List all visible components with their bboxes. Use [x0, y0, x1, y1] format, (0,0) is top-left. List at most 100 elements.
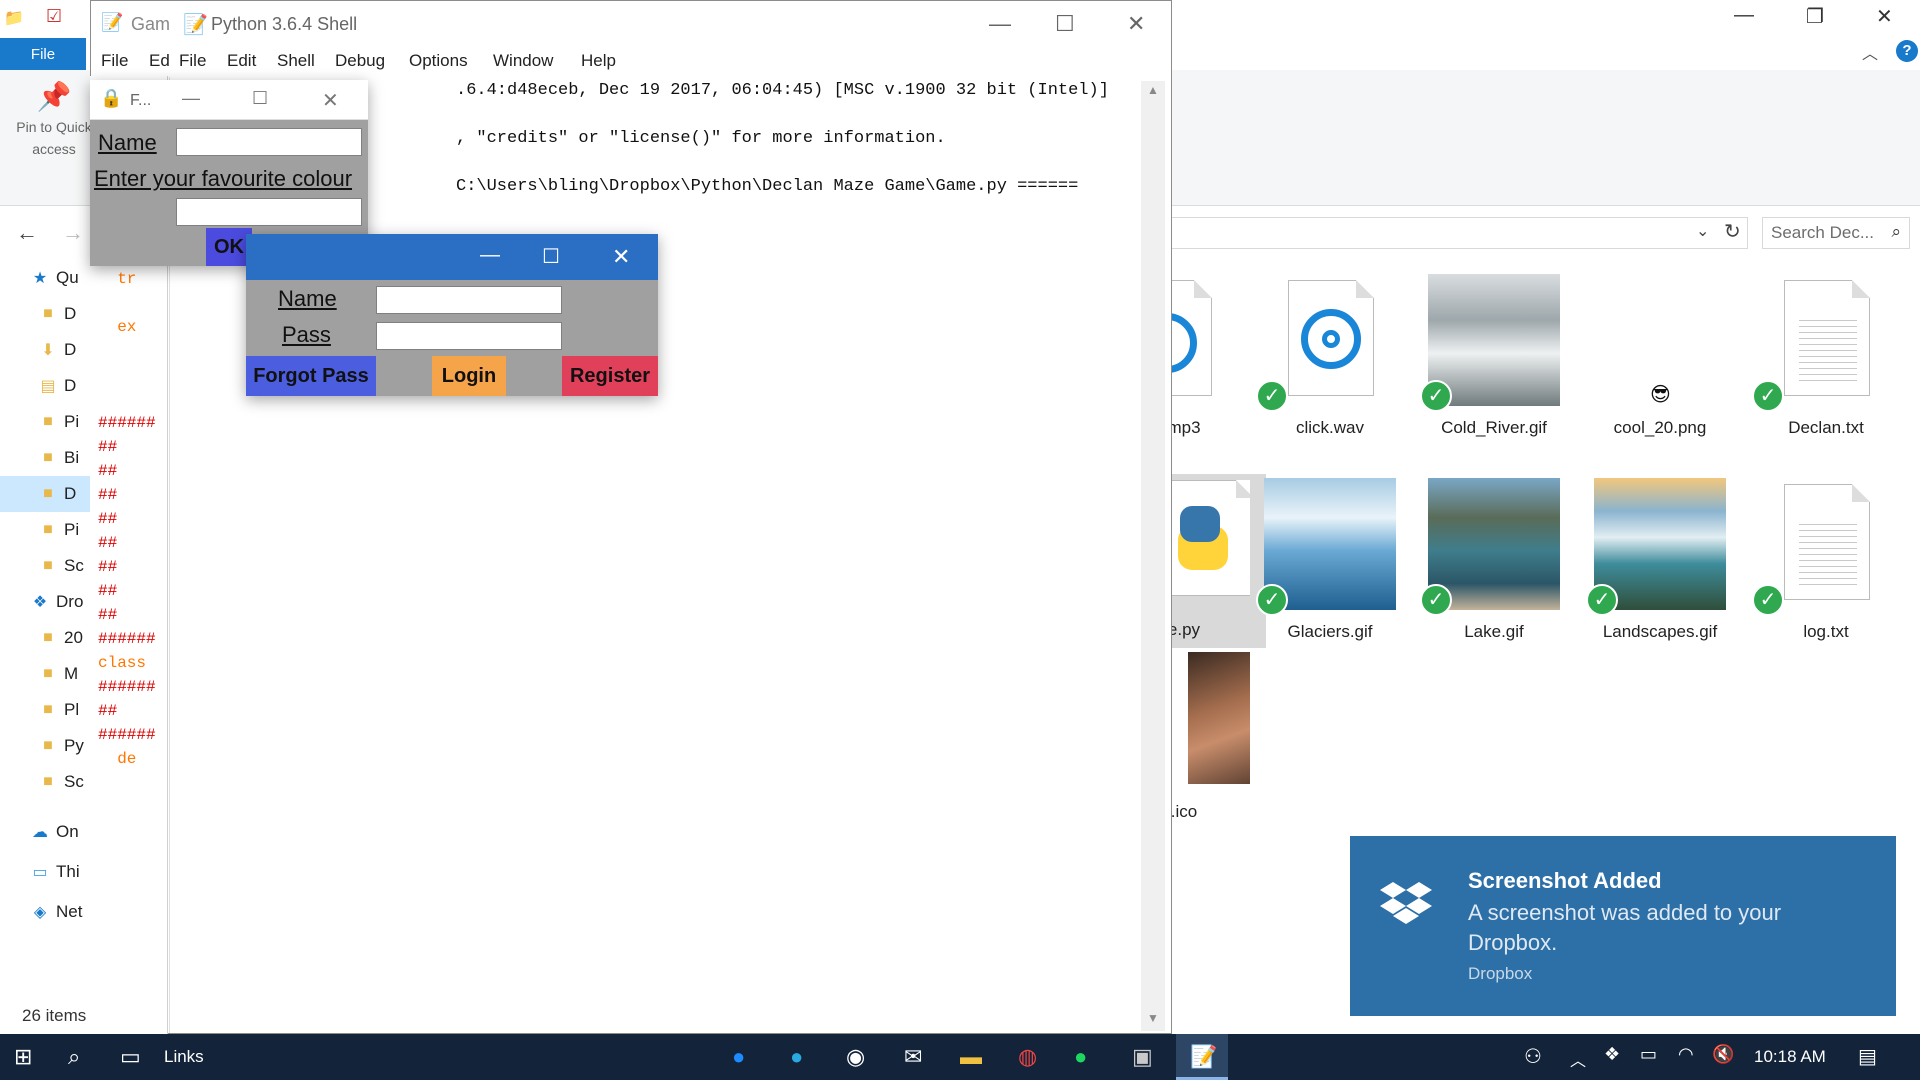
nav-item[interactable]: ■ 20: [0, 620, 92, 656]
chevron-up-icon[interactable]: ︿: [1570, 1047, 1586, 1071]
nav-item[interactable]: ❖ Dro: [0, 584, 92, 620]
action-center-icon[interactable]: ▤: [1858, 1044, 1877, 1069]
store-icon[interactable]: ▣: [1132, 1044, 1153, 1070]
chevron-down-icon[interactable]: ⌄: [1696, 221, 1709, 241]
wifi-icon[interactable]: ◠: [1678, 1044, 1694, 1065]
minimize-button[interactable]: —: [480, 244, 500, 267]
explorer-close-button[interactable]: ✕: [1876, 4, 1893, 29]
scroll-down-icon[interactable]: ▼: [1147, 1011, 1159, 1025]
nav-item[interactable]: ☁ On: [0, 814, 92, 850]
volume-muted-icon[interactable]: 🔇: [1712, 1044, 1734, 1065]
messenger-icon[interactable]: ●: [732, 1044, 745, 1070]
game-menu-edit[interactable]: Ed: [149, 51, 170, 71]
close-button[interactable]: ✕: [612, 244, 630, 270]
nav-item[interactable]: ■ Pi: [0, 404, 92, 440]
minimize-button[interactable]: —: [182, 88, 200, 109]
menu-window[interactable]: Window: [493, 51, 553, 71]
address-box[interactable]: [1120, 217, 1748, 249]
game-menu-file[interactable]: File: [101, 51, 128, 71]
refresh-icon[interactable]: ↻: [1724, 219, 1741, 244]
code-line: ######: [98, 678, 156, 696]
code-line: ##: [98, 486, 118, 504]
steam-icon[interactable]: ◉: [846, 1044, 865, 1070]
pin-to-quick-access-button[interactable]: 📌 Pin to Quick access: [6, 83, 102, 160]
code-line: class: [98, 654, 147, 672]
colour-input[interactable]: [176, 198, 362, 226]
nav-item-label: On: [56, 822, 79, 841]
menu-help[interactable]: Help: [581, 51, 616, 71]
register-button[interactable]: Register: [562, 356, 658, 396]
menu-options[interactable]: Options: [409, 51, 468, 71]
skype-icon[interactable]: ●: [790, 1044, 803, 1070]
forgot-pass-button[interactable]: Forgot Pass: [246, 356, 376, 396]
menu-debug[interactable]: Debug: [335, 51, 385, 71]
search-icon[interactable]: ⌕: [68, 1044, 80, 1070]
nav-item[interactable]: ■ Py: [0, 728, 92, 764]
maximize-button[interactable]: ☐: [542, 244, 560, 269]
nav-item-label: D: [64, 304, 77, 323]
nav-item[interactable]: ■ Sc: [0, 764, 92, 800]
explorer-restore-button[interactable]: ❐: [1806, 4, 1824, 29]
dialog-title-bar[interactable]: 🔒 F... — ☐ ✕: [90, 80, 368, 120]
nav-item[interactable]: ■ Pl: [0, 692, 92, 728]
onedrive-icon: ☁: [32, 824, 48, 841]
mail-icon[interactable]: ✉: [904, 1044, 922, 1070]
login-button[interactable]: Login: [432, 356, 506, 396]
clock[interactable]: 10:18 AM: [1754, 1047, 1826, 1067]
nav-item[interactable]: ◈ Net: [0, 894, 92, 930]
code-line: ##: [98, 558, 118, 576]
forward-arrow-icon[interactable]: →: [62, 220, 84, 246]
folder-icon: ■: [43, 449, 53, 466]
nav-item[interactable]: ▤ D: [0, 368, 92, 404]
nav-item[interactable]: ■ D: [0, 476, 92, 512]
file-tab[interactable]: File: [0, 38, 86, 70]
menu-edit[interactable]: Edit: [227, 51, 256, 71]
scroll-up-icon[interactable]: ▲: [1147, 83, 1159, 97]
idle-taskbar-button[interactable]: 📝: [1176, 1034, 1228, 1080]
start-icon[interactable]: ⊞: [14, 1044, 32, 1070]
nav-item[interactable]: ■ D: [0, 296, 92, 332]
pass-input[interactable]: [376, 322, 562, 350]
folder-icon: ■: [43, 701, 53, 718]
lock-icon: 🔒: [100, 88, 123, 108]
dropbox-tray-icon[interactable]: ❖: [1604, 1044, 1620, 1065]
search-input[interactable]: Search Dec... ⌕: [1762, 217, 1910, 249]
nav-item[interactable]: ■ Sc: [0, 548, 92, 584]
maximize-button[interactable]: ☐: [1055, 11, 1075, 37]
shell-title-bar[interactable]: 📝 Gam 📝 Python 3.6.4 Shell — ☐ ✕: [91, 1, 1171, 47]
nav-item[interactable]: ★ Qu: [0, 260, 92, 296]
name-input[interactable]: [376, 286, 562, 314]
nav-item-label: Dro: [56, 592, 84, 611]
people-icon[interactable]: ⚇: [1524, 1044, 1542, 1069]
task-view-icon[interactable]: ▭: [120, 1044, 141, 1070]
spotify-icon[interactable]: ●: [1074, 1044, 1087, 1070]
sync-check-icon: ✓: [1420, 584, 1452, 616]
menu-file[interactable]: File: [179, 51, 206, 71]
links-toolbar[interactable]: Links: [164, 1047, 204, 1067]
help-icon[interactable]: ?: [1896, 40, 1918, 62]
scrollbar[interactable]: ▲ ▼: [1141, 81, 1165, 1031]
nav-item[interactable]: ▭ Thi: [0, 854, 92, 890]
nav-item[interactable]: ■ M: [0, 656, 92, 692]
nav-item-label: D: [64, 376, 77, 395]
nav-item[interactable]: ⬇ D: [0, 332, 92, 368]
nav-item-label: D: [64, 484, 77, 503]
properties-icon[interactable]: ☑: [46, 6, 62, 27]
dropbox-notification[interactable]: Screenshot Added A screenshot was added …: [1350, 836, 1896, 1016]
dialog-title-bar[interactable]: — ☐ ✕: [246, 234, 658, 280]
chrome-icon[interactable]: ◍: [1018, 1044, 1037, 1070]
explorer-minimize-button[interactable]: —: [1734, 4, 1754, 27]
folder-icon: ■: [43, 413, 53, 430]
close-button[interactable]: ✕: [322, 88, 339, 113]
minimize-button[interactable]: —: [989, 11, 1011, 37]
battery-icon[interactable]: ▭: [1640, 1044, 1657, 1065]
nav-item[interactable]: ■ Pi: [0, 512, 92, 548]
nav-item[interactable]: ■ Bi: [0, 440, 92, 476]
back-arrow-icon[interactable]: ←: [16, 220, 38, 246]
menu-shell[interactable]: Shell: [277, 51, 315, 71]
collapse-ribbon-icon[interactable]: ︿: [1862, 40, 1878, 64]
close-button[interactable]: ✕: [1127, 11, 1145, 37]
maximize-button[interactable]: ☐: [252, 88, 268, 109]
name-input[interactable]: [176, 128, 362, 156]
file-explorer-icon[interactable]: ▬: [960, 1044, 982, 1070]
